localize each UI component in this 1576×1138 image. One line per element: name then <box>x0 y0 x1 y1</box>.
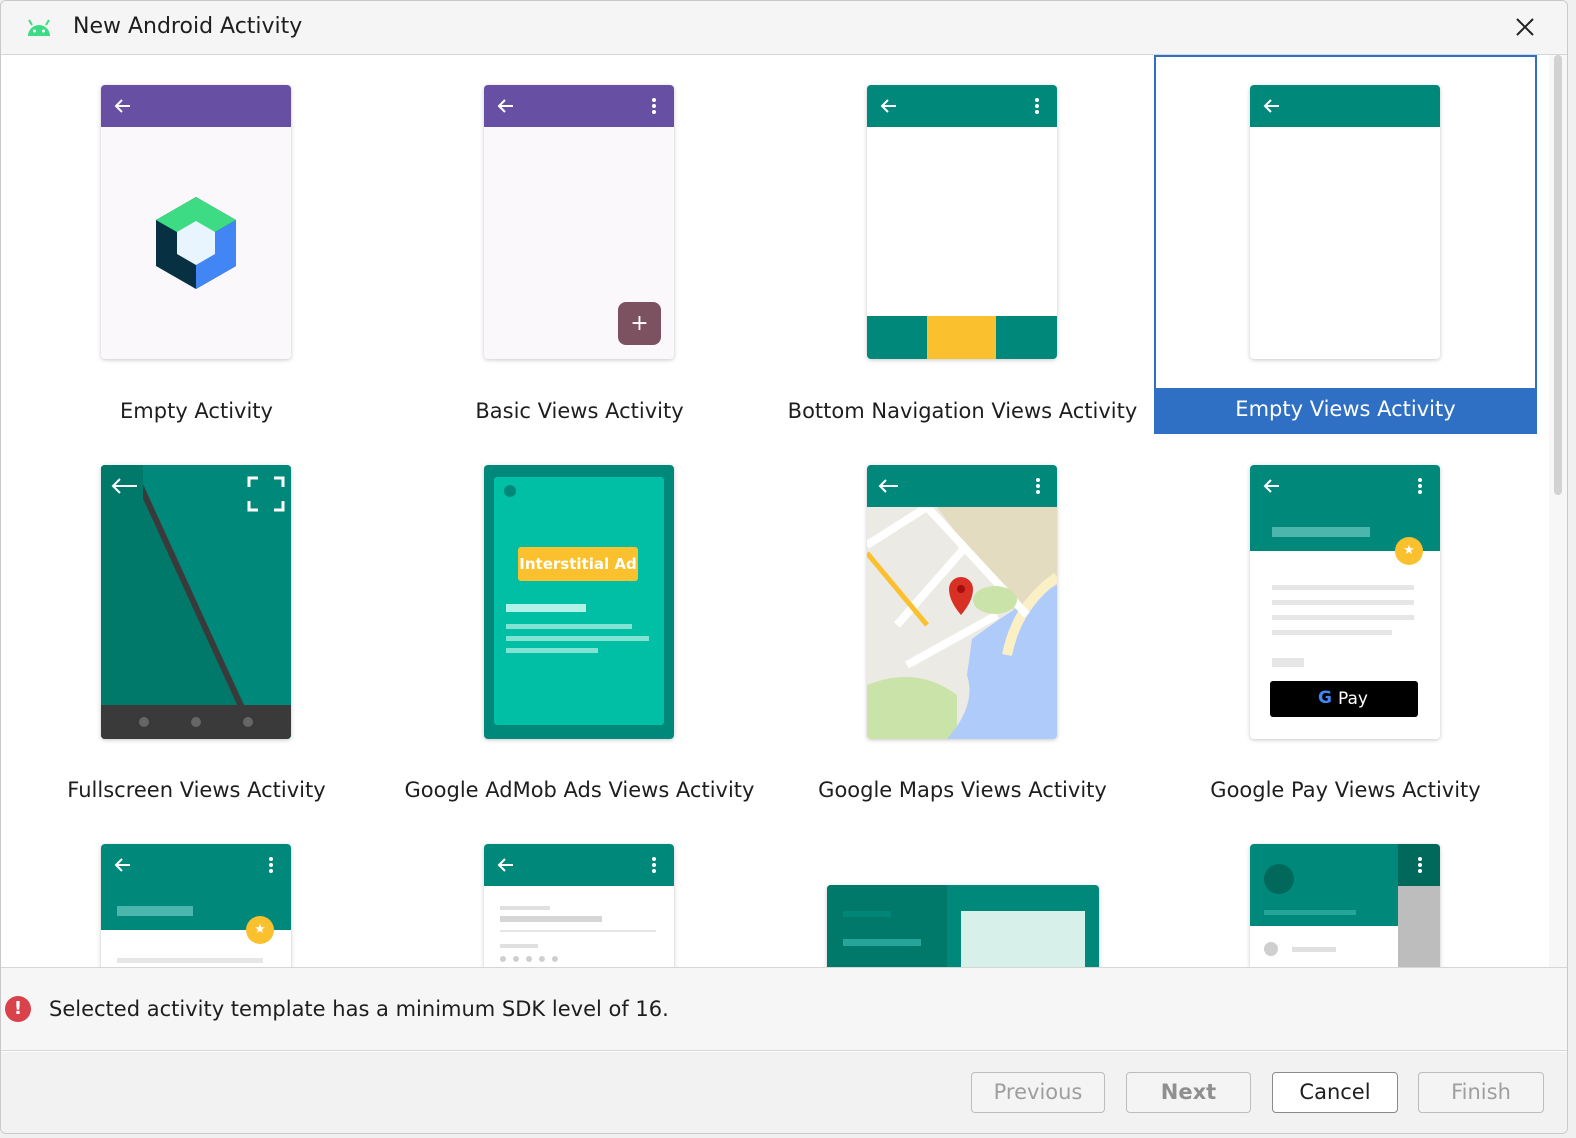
template-label: Google Maps Views Activity <box>818 778 1107 802</box>
template-preview <box>827 885 1099 967</box>
map-illustration <box>867 465 1057 739</box>
template-preview: Interstitial Ad <box>484 465 674 739</box>
back-arrow-icon <box>114 858 130 872</box>
template-label: Fullscreen Views Activity <box>67 778 326 802</box>
template-empty-activity[interactable]: Empty Activity <box>5 55 388 434</box>
title-bar: New Android Activity <box>1 1 1567 55</box>
template-partial-settings[interactable] <box>388 813 771 967</box>
interstitial-ad-badge: Interstitial Ad <box>518 547 638 581</box>
template-preview <box>867 465 1057 739</box>
template-preview <box>484 844 674 967</box>
template-empty-views-activity[interactable]: Empty Views Activity <box>1154 55 1537 434</box>
template-preview <box>867 85 1057 359</box>
pay-label: Pay <box>1338 689 1368 709</box>
app-bar <box>1250 85 1440 127</box>
template-label: Basic Views Activity <box>475 399 684 423</box>
star-icon: ★ <box>246 916 274 944</box>
template-preview <box>1250 844 1440 967</box>
template-google-pay-views-activity[interactable]: ★ G Pay Google Pay Views Activity <box>1154 434 1537 813</box>
app-bar <box>101 85 291 127</box>
template-partial-tablet[interactable] <box>771 813 1154 967</box>
interstitial-ad-card: Interstitial Ad <box>494 477 664 725</box>
overflow-menu-icon <box>652 98 656 114</box>
template-preview: + <box>484 85 674 359</box>
overflow-menu-icon <box>1035 98 1039 114</box>
cancel-button[interactable]: Cancel <box>1272 1072 1398 1113</box>
error-icon: ! <box>5 996 31 1022</box>
template-google-maps-views-activity[interactable]: Google Maps Views Activity <box>771 434 1154 813</box>
overflow-menu-icon <box>269 857 273 873</box>
back-arrow-icon <box>880 99 896 113</box>
app-bar <box>484 85 674 127</box>
template-label: Bottom Navigation Views Activity <box>787 399 1138 423</box>
avatar <box>1264 864 1294 894</box>
template-preview: ★ G Pay <box>1250 465 1440 739</box>
next-button[interactable]: Next <box>1126 1072 1251 1113</box>
template-partial-navigation-drawer[interactable] <box>1154 813 1537 967</box>
overflow-menu-icon <box>652 857 656 873</box>
overflow-menu-icon <box>1418 478 1422 494</box>
jetpack-compose-logo-icon <box>156 197 236 289</box>
template-preview <box>1250 85 1440 359</box>
vertical-scrollbar[interactable] <box>1549 55 1567 967</box>
google-pay-button: G Pay <box>1270 681 1418 717</box>
back-arrow-icon <box>497 99 513 113</box>
template-preview <box>101 85 291 359</box>
google-g-icon: G <box>1318 688 1332 708</box>
previous-button[interactable]: Previous <box>971 1072 1105 1113</box>
back-arrow-icon <box>114 99 130 113</box>
overflow-menu-icon <box>1418 857 1422 873</box>
template-fullscreen-views-activity[interactable]: Fullscreen Views Activity <box>5 434 388 813</box>
template-preview: ★ <box>101 844 291 967</box>
button-bar: Previous Next Cancel Finish <box>1 1052 1567 1133</box>
template-preview <box>101 465 291 739</box>
app-bar <box>484 844 674 886</box>
back-arrow-icon <box>497 858 513 872</box>
android-icon <box>28 19 50 36</box>
template-gallery: Empty Activity + Basic Views Activity Bo… <box>1 55 1551 967</box>
template-partial-scrolling[interactable]: ★ <box>5 813 388 967</box>
back-arrow-icon <box>1263 479 1279 493</box>
status-message: Selected activity template has a minimum… <box>49 997 669 1021</box>
fab-add-icon: + <box>618 302 661 345</box>
template-google-admob-ads-views-activity[interactable]: Interstitial Ad Google AdMob Ads Views A… <box>388 434 771 813</box>
star-icon: ★ <box>1395 537 1423 565</box>
close-icon[interactable] <box>1511 13 1539 41</box>
fullscreen-illustration <box>101 465 291 739</box>
template-label: Google AdMob Ads Views Activity <box>404 778 755 802</box>
template-bottom-navigation-views-activity[interactable]: Bottom Navigation Views Activity <box>771 55 1154 434</box>
back-arrow-icon <box>1263 99 1279 113</box>
scrollbar-thumb[interactable] <box>1554 55 1562 495</box>
bottom-navigation-bar <box>867 316 1057 359</box>
template-label: Google Pay Views Activity <box>1210 778 1481 802</box>
app-bar <box>867 85 1057 127</box>
template-basic-views-activity[interactable]: + Basic Views Activity <box>388 55 771 434</box>
template-label: Empty Views Activity <box>1235 397 1456 421</box>
template-label: Empty Activity <box>120 399 273 423</box>
finish-button[interactable]: Finish <box>1418 1072 1544 1113</box>
dialog-title: New Android Activity <box>73 14 303 39</box>
new-activity-dialog: New Android Activity Empty Activity + Ba… <box>0 0 1568 1134</box>
